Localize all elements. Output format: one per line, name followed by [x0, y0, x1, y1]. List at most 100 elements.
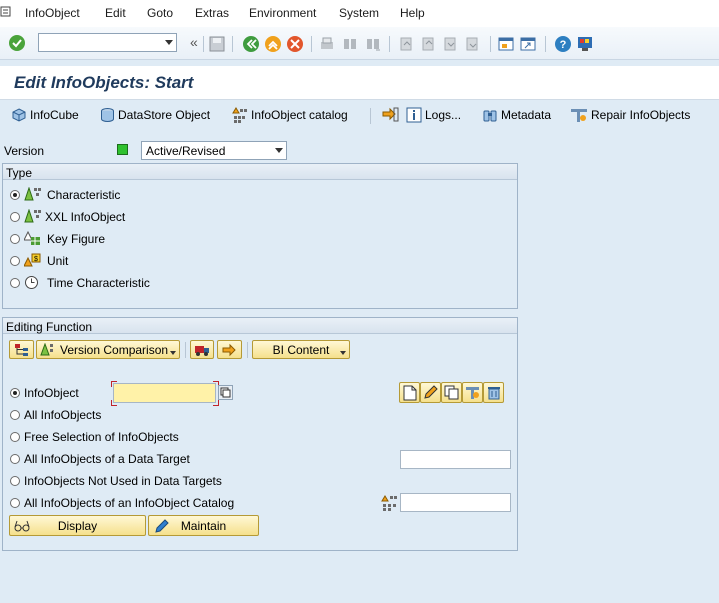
print-icon[interactable]	[318, 35, 336, 53]
type-option-time-characteristic[interactable]: Time Characteristic	[10, 275, 150, 290]
infoobject-catalog-button[interactable]: InfoObject catalog	[232, 106, 348, 124]
metadata-button[interactable]: Metadata	[482, 106, 551, 124]
transfer-icon[interactable]	[381, 106, 399, 123]
value-help-icon[interactable]	[218, 385, 233, 400]
radio-button[interactable]	[10, 454, 20, 464]
option-infoobject[interactable]: InfoObject	[10, 386, 79, 400]
create-button[interactable]	[399, 382, 420, 403]
hierarchy-button[interactable]	[9, 340, 34, 359]
infoobject-input[interactable]	[113, 383, 216, 403]
characteristic-icon	[24, 187, 41, 201]
divider	[490, 36, 491, 52]
find-next-icon[interactable]	[364, 35, 382, 53]
option-label: All InfoObjects	[24, 408, 102, 422]
enter-check-icon[interactable]	[8, 34, 26, 52]
option-free-selection[interactable]: Free Selection of InfoObjects	[10, 430, 179, 444]
option-label: All InfoObjects of a Data Target	[24, 452, 190, 466]
radio-button[interactable]	[10, 255, 20, 266]
copy-icon	[444, 385, 459, 400]
type-option-characteristic[interactable]: Characteristic	[10, 187, 120, 202]
type-option-xxl-infoobject[interactable]: XXL InfoObject	[10, 209, 125, 224]
type-option-label: Unit	[47, 253, 69, 268]
data-target-input[interactable]	[400, 450, 511, 469]
infoobject-catalog-label: InfoObject catalog	[251, 108, 348, 122]
catalog-icon	[381, 495, 397, 511]
option-all-infoobjects[interactable]: All InfoObjects	[10, 408, 101, 422]
type-option-label: Key Figure	[47, 231, 106, 246]
menu-system[interactable]: System	[339, 6, 379, 20]
version-status-light	[117, 144, 128, 155]
option-data-target[interactable]: All InfoObjects of a Data Target	[10, 452, 190, 466]
expand-icon[interactable]: «	[190, 34, 198, 50]
version-comparison-button[interactable]: Version Comparison	[36, 340, 180, 359]
menu-extras[interactable]: Extras	[195, 6, 229, 20]
change-button[interactable]	[420, 382, 441, 403]
svg-text:$: $	[34, 256, 38, 263]
menu-infoobject[interactable]: InfoObject	[25, 6, 80, 20]
back-icon[interactable]	[242, 35, 260, 53]
catalog-input[interactable]	[400, 493, 511, 512]
repair-infoobjects-label: Repair InfoObjects	[591, 108, 691, 122]
menu-goto[interactable]: Goto	[147, 6, 173, 20]
chevron-down-icon[interactable]	[275, 148, 283, 153]
transport-button[interactable]	[190, 340, 214, 359]
radio-button[interactable]	[10, 476, 20, 486]
help-icon[interactable]: ?	[554, 35, 572, 53]
save-icon[interactable]	[208, 35, 226, 53]
create-session-icon[interactable]	[497, 35, 515, 53]
shortcut-icon[interactable]	[519, 35, 537, 53]
repair-infoobjects-button[interactable]: Repair InfoObjects	[570, 106, 690, 124]
cancel-icon[interactable]	[286, 35, 304, 53]
transfer-icon	[222, 343, 236, 356]
maintain-button[interactable]: Maintain	[148, 515, 259, 536]
copy-button[interactable]	[441, 382, 462, 403]
radio-button[interactable]	[10, 233, 20, 244]
menu-environment[interactable]: Environment	[249, 6, 316, 20]
prev-page-icon[interactable]	[419, 35, 437, 53]
menu-corner-icon[interactable]	[0, 5, 12, 19]
version-comparison-label: Version Comparison	[60, 342, 169, 357]
chevron-down-icon[interactable]	[165, 40, 173, 45]
type-option-label: Time Characteristic	[47, 275, 150, 290]
type-option-label: XXL InfoObject	[45, 209, 126, 224]
repair-infoobject-button[interactable]	[462, 382, 483, 403]
radio-button[interactable]	[10, 388, 20, 398]
bi-content-button[interactable]: BI Content	[252, 340, 350, 359]
radio-button[interactable]	[10, 498, 20, 508]
option-not-used[interactable]: InfoObjects Not Used in Data Targets	[10, 474, 222, 488]
divider	[311, 36, 312, 52]
version-dropdown[interactable]: Active/Revised	[141, 141, 287, 160]
option-label: Free Selection of InfoObjects	[24, 430, 179, 444]
datastore-object-button[interactable]: DataStore Object	[100, 106, 210, 124]
exit-icon[interactable]	[264, 35, 282, 53]
type-option-label: Characteristic	[47, 187, 121, 202]
cube-icon	[12, 108, 26, 122]
menu-help[interactable]: Help	[400, 6, 425, 20]
radio-button[interactable]	[10, 432, 20, 442]
logs-button[interactable]: Logs...	[406, 106, 461, 124]
radio-button[interactable]	[10, 410, 20, 420]
dropdown-arrow-icon	[170, 351, 176, 355]
first-page-icon[interactable]	[397, 35, 415, 53]
delete-button[interactable]	[483, 382, 504, 403]
transfer-button[interactable]	[217, 340, 242, 359]
radio-button[interactable]	[10, 277, 20, 288]
menu-bar: InfoObject Edit Goto Extras Environment …	[0, 0, 719, 27]
clock-icon	[25, 276, 38, 289]
infoobject-option-label: InfoObject	[24, 386, 79, 400]
radio-button[interactable]	[10, 211, 20, 222]
infocube-button[interactable]: InfoCube	[11, 106, 79, 124]
menu-edit[interactable]: Edit	[105, 6, 126, 20]
svg-text:?: ?	[560, 39, 567, 51]
type-option-key-figure[interactable]: Key Figure	[10, 231, 105, 246]
last-page-icon[interactable]	[463, 35, 481, 53]
find-icon[interactable]	[341, 35, 359, 53]
customize-layout-icon[interactable]	[576, 35, 594, 53]
display-button[interactable]: Display	[9, 515, 146, 536]
radio-button[interactable]	[10, 189, 20, 200]
divider	[203, 36, 204, 52]
option-catalog[interactable]: All InfoObjects of an InfoObject Catalog	[10, 496, 234, 510]
type-option-unit[interactable]: $ Unit	[10, 253, 68, 268]
command-field[interactable]	[38, 33, 177, 52]
next-page-icon[interactable]	[441, 35, 459, 53]
